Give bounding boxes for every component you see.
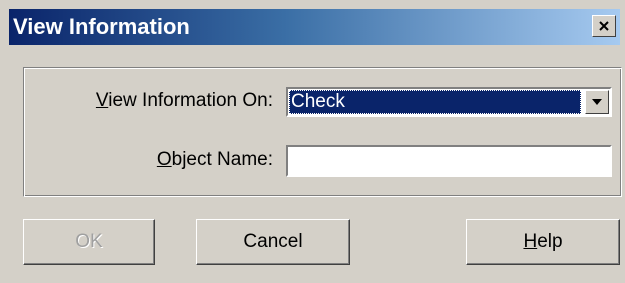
close-button[interactable] — [592, 15, 616, 37]
window-title: View Information — [13, 14, 190, 39]
ok-button-label: OK — [75, 231, 103, 252]
view-information-on-value: Check — [289, 90, 581, 114]
close-icon — [599, 21, 609, 31]
help-button[interactable]: Help — [466, 219, 620, 265]
view-information-on-label: View Information On: — [96, 90, 273, 112]
view-information-dialog: View Information View Information On: Ch… — [1, 1, 624, 281]
dropdown-button[interactable] — [585, 90, 609, 114]
view-information-on-label-text: iew Information On: — [108, 90, 273, 111]
title-bar[interactable]: View Information — [9, 9, 620, 45]
chevron-down-icon — [592, 99, 602, 105]
cancel-button[interactable]: Cancel — [196, 219, 350, 265]
help-button-label: elp — [537, 231, 563, 252]
object-name-label-text: bject Name: — [171, 149, 273, 170]
ok-button[interactable]: OK — [23, 219, 155, 265]
view-information-on-mnemonic: V — [95, 90, 109, 111]
object-name-mnemonic: O — [156, 149, 172, 170]
cancel-button-label: Cancel — [243, 231, 303, 252]
view-information-on-select[interactable]: Check — [286, 87, 612, 117]
object-name-field[interactable] — [286, 145, 612, 177]
object-name-label: Object Name: — [157, 149, 273, 171]
help-mnemonic: H — [523, 231, 538, 252]
